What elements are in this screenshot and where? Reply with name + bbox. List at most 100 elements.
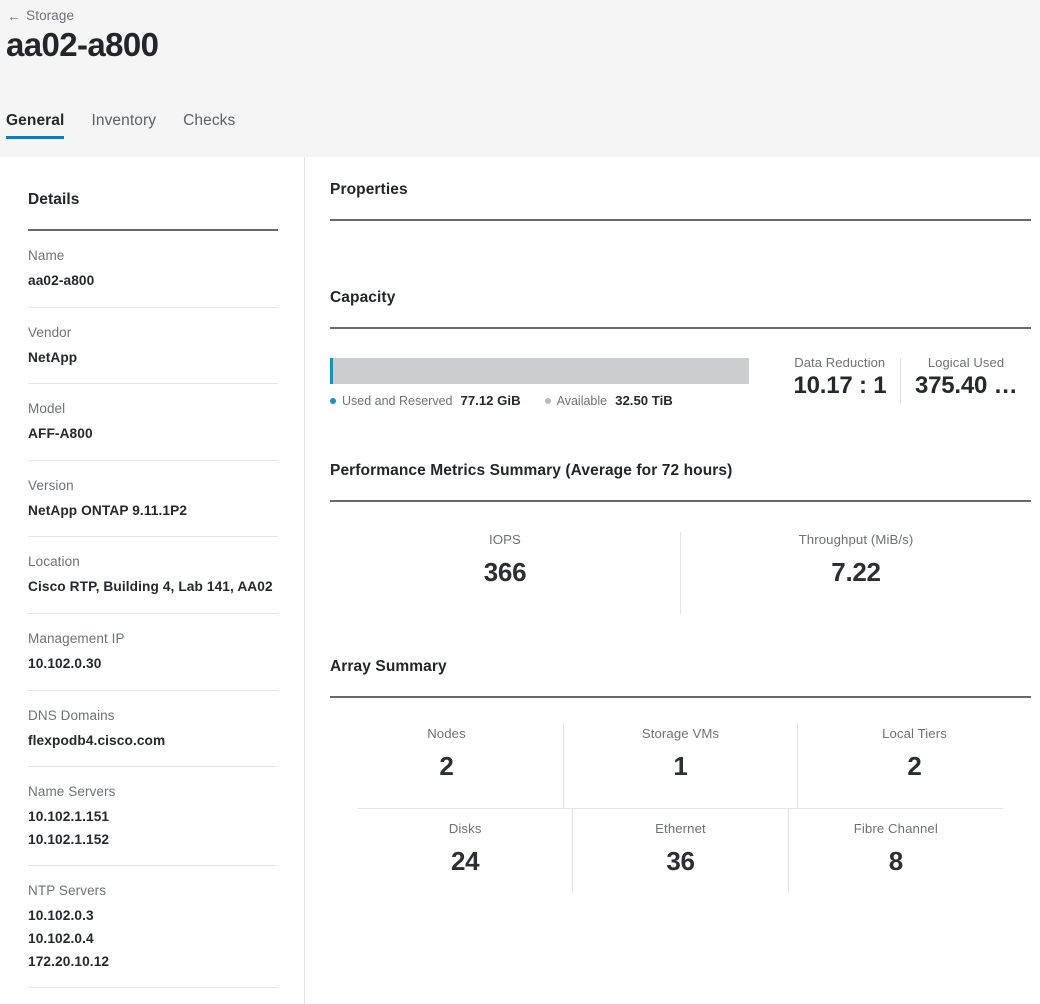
properties-section-title: Properties (330, 181, 408, 198)
legend-label: Available (556, 393, 608, 408)
performance-section: Performance Metrics Summary (Average for… (330, 462, 1031, 614)
legend-dot-available-icon (544, 397, 551, 404)
detail-row-vendor: Vendor NetApp (28, 308, 278, 385)
detail-value-line: 10.102.1.151 (28, 809, 110, 825)
stat-label: Logical Used (927, 358, 1005, 370)
stat-label: Ethernet (655, 821, 706, 836)
detail-value-line: 172.20.10.12 (28, 953, 110, 969)
detail-value: 10.102.0.3 10.102.0.4 172.20.10.12 (28, 905, 278, 973)
detail-row-location: Location Cisco RTP, Building 4, Lab 141,… (28, 537, 278, 615)
detail-label: NTP Servers (28, 883, 107, 899)
capacity-usage-bar (330, 358, 750, 384)
performance-heading-rule (330, 500, 1031, 502)
stat-logical-used: Logical Used 375.40 … (899, 358, 1031, 404)
tab-checks[interactable]: Checks (183, 112, 235, 139)
stat-label: Nodes (427, 726, 466, 741)
metric-throughput: Throughput (MiB/s) 7.22 (680, 532, 1031, 614)
legend-value: 77.12 GiB (460, 393, 521, 408)
capacity-stats: Data Reduction 10.17 : 1 Logical Used 37… (779, 358, 1031, 404)
detail-value-line: NetApp (28, 349, 78, 365)
breadcrumb-label[interactable]: Storage (26, 8, 74, 23)
metric-value: 7.22 (831, 557, 881, 587)
capacity-section-title: Capacity (330, 289, 396, 306)
stat-data-reduction: Data Reduction 10.17 : 1 (779, 358, 900, 404)
stat-value: 2 (439, 751, 454, 781)
stat-value: 1 (673, 751, 688, 781)
performance-metrics-grid: IOPS 366 Throughput (MiB/s) 7.22 (330, 532, 1031, 614)
content-area: Details Name aa02-a800 Vendor NetApp Mod… (0, 157, 1040, 1004)
page-header: ← Storage aa02-a800 General Inventory Ch… (0, 0, 1040, 157)
tab-inventory[interactable]: Inventory (91, 112, 156, 139)
legend-label: Used and Reserved (342, 393, 453, 408)
stat-value: 36 (666, 846, 695, 876)
main-content: Properties Capacity Used and Reserved 77… (305, 157, 1040, 1004)
detail-label: Management IP (28, 631, 125, 647)
stat-label: Fibre Channel (853, 821, 938, 836)
array-summary-heading-rule (330, 696, 1031, 698)
legend-value: 32.50 TiB (615, 393, 673, 408)
detail-value-line: flexpodb4.cisco.com (28, 732, 166, 748)
metric-label: IOPS (489, 532, 521, 547)
array-summary-section-title: Array Summary (330, 658, 447, 675)
stat-value: 10.17 : 1 (793, 372, 887, 399)
capacity-heading-rule (330, 327, 1031, 329)
detail-label: Version (28, 477, 74, 493)
capacity-body: Used and Reserved 77.12 GiB Available 32… (330, 358, 1031, 408)
detail-label: Model (28, 401, 66, 417)
detail-value: 10.102.0.30 (28, 653, 278, 676)
detail-value-line: 10.102.0.30 (28, 656, 102, 672)
stat-value: 24 (451, 846, 480, 876)
properties-section: Properties (330, 181, 1031, 221)
properties-body (330, 221, 1031, 289)
detail-value-line: NetApp ONTAP 9.11.1P2 (28, 502, 188, 518)
detail-row-ntp-servers: NTP Servers 10.102.0.3 10.102.0.4 172.20… (28, 866, 278, 989)
metric-value: 366 (483, 557, 527, 587)
detail-value: AFF-A800 (28, 423, 278, 446)
stat-value: 8 (888, 846, 903, 876)
capacity-bar-group: Used and Reserved 77.12 GiB Available 32… (330, 358, 750, 408)
details-list: Name aa02-a800 Vendor NetApp Model AFF-A… (28, 231, 278, 1004)
stat-nodes: Nodes 2 (330, 724, 563, 808)
legend-dot-used-icon (330, 397, 336, 404)
legend-item-used: Used and Reserved 77.12 GiB (330, 393, 521, 408)
array-summary-section: Array Summary Nodes 2 Storage VMs 1 Loca… (330, 658, 1031, 892)
detail-label: Location (28, 554, 80, 570)
detail-value-line: 10.102.1.152 (28, 831, 110, 847)
legend-item-available: Available 32.50 TiB (544, 393, 673, 408)
detail-row-name-servers: Name Servers 10.102.1.151 10.102.1.152 (28, 767, 278, 867)
metric-label: Throughput (MiB/s) (798, 532, 914, 547)
detail-row-management-ip: Management IP 10.102.0.30 (28, 614, 278, 691)
stat-value: 2 (907, 751, 922, 781)
stat-disks: Disks 24 (358, 809, 572, 892)
detail-row-name: Name aa02-a800 (28, 231, 278, 308)
stat-value: 375.40 … (914, 372, 1018, 399)
detail-value: NetApp ONTAP 9.11.1P2 (28, 500, 278, 523)
page-title: aa02-a800 (6, 26, 159, 63)
array-summary-row: Nodes 2 Storage VMs 1 Local Tiers 2 (330, 724, 1031, 808)
stat-local-tiers: Local Tiers 2 (797, 724, 1031, 808)
detail-label: DNS Domains (28, 707, 115, 723)
capacity-legend: Used and Reserved 77.12 GiB Available 32… (330, 393, 749, 408)
detail-value-line: 10.102.0.3 (28, 908, 94, 924)
detail-label: Name Servers (28, 784, 116, 800)
detail-value-line: aa02-a800 (28, 273, 95, 288)
breadcrumb[interactable]: ← Storage (7, 8, 74, 23)
tab-bar: General Inventory Checks (6, 112, 235, 139)
stat-label: Disks (448, 821, 482, 836)
details-panel: Details Name aa02-a800 Vendor NetApp Mod… (0, 157, 305, 1004)
detail-value-line: AFF-A800 (28, 426, 93, 442)
detail-value: aa02-a800 (28, 270, 278, 293)
detail-row-array-status: Array Status OK (28, 988, 278, 1004)
detail-row-dns-domains: DNS Domains flexpodb4.cisco.com (28, 691, 278, 768)
array-summary-grid: Nodes 2 Storage VMs 1 Local Tiers 2 Disk… (330, 724, 1031, 892)
detail-label: Vendor (28, 324, 72, 340)
arrow-left-icon: ← (7, 7, 22, 24)
detail-value: 10.102.1.151 10.102.1.152 (28, 806, 278, 851)
details-section-title: Details (28, 191, 80, 208)
performance-section-title: Performance Metrics Summary (Average for… (330, 462, 733, 479)
capacity-used-segment (330, 358, 333, 384)
stat-ethernet: Ethernet 36 (572, 809, 787, 892)
tab-general[interactable]: General (6, 112, 65, 139)
array-summary-row: Disks 24 Ethernet 36 Fibre Channel 8 (358, 808, 1003, 892)
stat-label: Local Tiers (882, 726, 947, 741)
